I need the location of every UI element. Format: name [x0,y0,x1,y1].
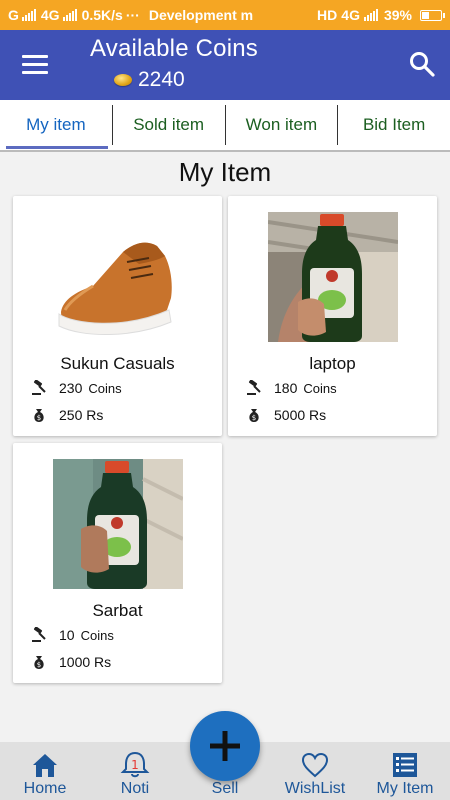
network-right-label: 4G [341,7,360,23]
gavel-icon [247,380,261,395]
noti-badge: 1 [131,758,139,772]
hd-label: HD [317,7,338,23]
battery-icon [420,9,445,21]
search-icon[interactable] [408,50,436,78]
status-bar: G 4G 0.5K/s ··· Development m HD 4G 39% [0,0,450,30]
bell-icon: 1 [120,751,150,778]
tab-bar: My item Sold item Won item Bid Item [0,100,450,152]
add-item-button[interactable] [190,711,260,781]
item-coins-row: 10 Coins [31,627,114,643]
money-bag-icon: $ [34,656,44,669]
heart-icon [301,752,329,778]
item-image-bottle [53,459,183,589]
item-card-sarbat[interactable]: Sarbat 10 Coins $ 1000 Rs [13,443,222,683]
item-coins-unit: Coins [303,380,337,396]
gavel-icon [32,380,46,395]
notification-text: Development m [148,7,254,23]
signal-icon [21,9,36,21]
tab-bid-item[interactable]: Bid Item [338,105,450,145]
page-title: My Item [178,157,272,187]
item-price: 5000 Rs [274,407,327,423]
list-icon [393,753,417,777]
item-price-row: $ 1000 Rs [31,654,111,670]
item-coins: 10 [59,627,75,643]
item-card-sukun-casuals[interactable]: Sukun Casuals 230 Coins $ 250 Rs [13,196,222,436]
item-image-shoe [53,212,183,342]
svg-text:$: $ [37,414,41,422]
signal-icon-2 [62,9,77,21]
signal-icon-3 [363,9,378,21]
item-price: 250 Rs [59,407,104,423]
item-image-bottle [268,212,398,342]
nav-my-item[interactable]: My Item [360,742,450,800]
nav-home[interactable]: Home [0,742,90,800]
tab-my-item[interactable]: My item [0,105,113,149]
item-coins: 230 [59,380,83,396]
coin-icon [114,74,132,86]
battery-percent: 39% [383,7,412,23]
item-coins-unit: Coins [88,380,122,396]
item-coins-row: 230 Coins [31,380,122,396]
item-price: 1000 Rs [59,654,112,670]
app-title: Available Coins [90,35,258,62]
item-price-row: $ 250 Rs [31,407,103,423]
coins-balance: 2240 [114,68,185,92]
app-bar: Available Coins 2240 [0,30,450,100]
svg-text:$: $ [252,414,256,422]
money-bag-icon: $ [249,409,259,422]
item-name: Sarbat [92,601,143,620]
tab-won-item[interactable]: Won item [226,105,339,145]
hamburger-menu-icon[interactable] [22,55,48,75]
item-coins-unit: Coins [80,627,114,643]
network-speed: 0.5K/s [81,7,123,23]
nav-sell-label: Sell [211,780,239,797]
nav-wishlist-label: WishList [284,780,346,797]
more-dots: ··· [125,7,140,23]
money-bag-icon: $ [34,409,44,422]
network-label: 4G [40,7,60,23]
carrier-label: G [8,7,19,23]
item-price-row: $ 5000 Rs [246,407,326,423]
nav-home-label: Home [23,780,67,797]
nav-noti[interactable]: 1 Noti [90,742,180,800]
nav-my-item-label: My Item [376,780,434,797]
nav-noti-label: Noti [120,780,150,797]
nav-wishlist[interactable]: WishList [270,742,360,800]
item-name: laptop [309,354,356,373]
plus-icon [210,731,240,761]
item-name: Sukun Casuals [60,354,175,373]
svg-text:$: $ [37,661,41,669]
item-card-laptop[interactable]: laptop 180 Coins $ 5000 Rs [228,196,437,436]
home-icon [33,754,57,777]
item-coins: 180 [274,380,298,396]
item-coins-row: 180 Coins [246,380,337,396]
tab-sold-item[interactable]: Sold item [113,105,226,145]
coins-value: 2240 [138,68,185,91]
gavel-icon [32,627,46,642]
